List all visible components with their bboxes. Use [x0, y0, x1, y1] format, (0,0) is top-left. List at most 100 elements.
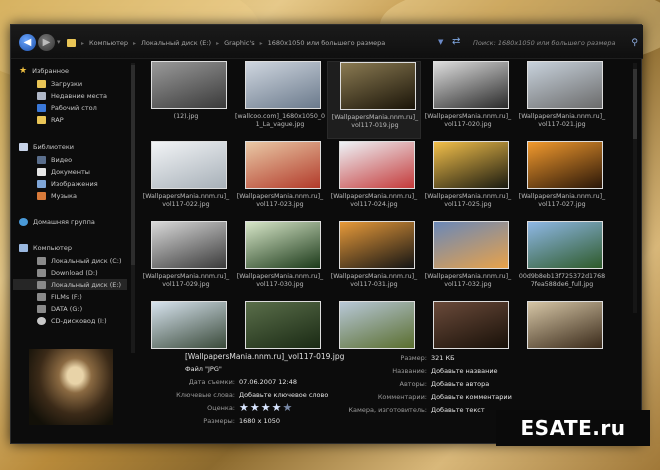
file-thumbnail[interactable] — [245, 301, 321, 349]
sidebar-item-drive-g[interactable]: DATA (G:) — [37, 303, 82, 314]
file-item[interactable]: [WallpapersMania.nnm.ru]_vol117-019.jpg — [327, 61, 421, 139]
file-name[interactable]: [WallpapersMania.nnm.ru]_vol117-032.jpg — [423, 273, 513, 289]
name-value[interactable]: Добавьте название — [431, 367, 498, 375]
file-item[interactable]: [WallpapersMania.nnm.ru]_vol117-021.jpg — [515, 61, 609, 139]
file-item[interactable]: [WallpapersMania.nnm.ru]_vol117-029.jpg — [139, 221, 233, 299]
sidebar-item-computer[interactable]: Компьютер — [19, 242, 72, 253]
address-dropdown-icon[interactable]: ▼ — [438, 38, 443, 46]
sidebar-item-cd-drive[interactable]: CD-дисковод (I:) — [37, 315, 107, 326]
file-item[interactable]: [WallpapersMania.nnm.ru]_vol117-025.jpg — [421, 141, 515, 219]
file-name[interactable]: [WallpapersMania.nnm.ru]_vol117-022.jpg — [141, 193, 231, 209]
star-filled-icon[interactable]: ★ — [261, 401, 272, 414]
file-name[interactable]: [wallcoo.com]_1680x1050_01_La_vague.jpg — [235, 113, 325, 129]
search-icon[interactable]: ⚲ — [631, 38, 638, 48]
file-name[interactable]: 00d9b8eb13f725372d17687fea588de6_full.jp… — [517, 273, 607, 289]
file-name[interactable]: [WallpapersMania.nnm.ru]_vol117-031.jpg — [329, 273, 419, 289]
content-scrollbar[interactable] — [633, 63, 637, 313]
file-thumbnail[interactable] — [151, 221, 227, 269]
star-filled-icon[interactable]: ★ — [250, 401, 261, 414]
sidebar-item-drive-c[interactable]: Локальный диск (C:) — [37, 255, 122, 266]
file-thumbnail[interactable] — [433, 301, 509, 349]
sidebar-item-music[interactable]: Музыка — [37, 190, 77, 201]
file-item[interactable]: [WallpapersMania.nnm.ru]_vol117-032.jpg — [421, 221, 515, 299]
star-filled-icon[interactable]: ★ — [272, 401, 283, 414]
file-thumbnail[interactable] — [527, 141, 603, 189]
breadcrumb-current[interactable]: 1680x1050 или большего размера — [268, 39, 386, 47]
forward-button[interactable]: ▶ — [38, 34, 55, 51]
file-thumbnail[interactable] — [339, 141, 415, 189]
comments-value[interactable]: Добавьте комментарии — [431, 393, 512, 401]
breadcrumb-drive[interactable]: Локальный диск (E:) — [141, 39, 211, 47]
file-thumbnail[interactable] — [245, 61, 321, 109]
star-filled-icon[interactable]: ★ — [239, 401, 250, 414]
address-bar[interactable]: ▸ Компьютер ▸ Локальный диск (E:) ▸ Grap… — [67, 36, 417, 50]
breadcrumb-computer[interactable]: Компьютер — [89, 39, 128, 47]
camera-value[interactable]: Добавьте текст — [431, 406, 485, 414]
file-item[interactable]: [WallpapersMania.nnm.ru]_vol117-022.jpg — [139, 141, 233, 219]
history-dropdown-icon[interactable]: ▾ — [57, 38, 61, 46]
file-item[interactable]: (12).jpg — [139, 61, 233, 139]
rating-stars[interactable]: ★★★★★ — [239, 401, 293, 414]
sidebar-item-rap[interactable]: RAP — [37, 114, 64, 125]
file-thumbnail[interactable] — [433, 141, 509, 189]
file-thumbnail[interactable] — [340, 62, 416, 110]
file-thumbnail[interactable] — [151, 301, 227, 349]
star-empty-icon[interactable]: ★ — [283, 401, 294, 414]
sidebar-item-desktop[interactable]: Рабочий стол — [37, 102, 97, 113]
sidebar-item-recent[interactable]: Недавние места — [37, 90, 107, 101]
date-value[interactable]: 07.06.2007 12:48 — [239, 378, 297, 386]
file-thumbnail[interactable] — [527, 61, 603, 109]
file-thumbnail[interactable] — [245, 221, 321, 269]
authors-value[interactable]: Добавьте автора — [431, 380, 489, 388]
sidebar-item-video[interactable]: Видео — [37, 154, 72, 165]
file-name[interactable]: [WallpapersMania.nnm.ru]_vol117-027.jpg — [517, 193, 607, 209]
file-name[interactable]: [WallpapersMania.nnm.ru]_vol117-030.jpg — [235, 273, 325, 289]
file-item[interactable]: [WallpapersMania.nnm.ru]_vol117-031.jpg — [327, 221, 421, 299]
file-name[interactable]: [WallpapersMania.nnm.ru]_vol117-025.jpg — [423, 193, 513, 209]
file-name[interactable]: [WallpapersMania.nnm.ru]_vol117-019.jpg — [330, 114, 420, 130]
file-thumbnail[interactable] — [339, 301, 415, 349]
file-item[interactable]: 00d9b8eb13f725372d17687fea588de6_full.jp… — [515, 221, 609, 299]
file-thumbnail[interactable] — [151, 141, 227, 189]
file-thumbnail[interactable] — [433, 221, 509, 269]
sidebar-item-pictures[interactable]: Изображения — [37, 178, 98, 189]
file-name[interactable]: [WallpapersMania.nnm.ru]_vol117-020.jpg — [423, 113, 513, 129]
sidebar-item-libraries[interactable]: Библиотеки — [19, 141, 74, 152]
file-item[interactable]: [WallpapersMania.nnm.ru]_vol117-024.jpg — [327, 141, 421, 219]
file-thumbnail[interactable] — [339, 221, 415, 269]
chevron-right-icon[interactable]: ▸ — [260, 40, 263, 47]
sidebar-item-downloads[interactable]: Загрузки — [37, 78, 82, 89]
sidebar-item-favorites[interactable]: ★ Избранное — [19, 65, 69, 76]
scrollbar-thumb[interactable] — [131, 65, 135, 265]
sidebar-scrollbar[interactable] — [131, 63, 135, 353]
file-item[interactable]: [WallpapersMania.nnm.ru]_vol117-027.jpg — [515, 141, 609, 219]
file-name[interactable]: [WallpapersMania.nnm.ru]_vol117-021.jpg — [517, 113, 607, 129]
file-item[interactable]: [WallpapersMania.nnm.ru]_vol117-030.jpg — [233, 221, 327, 299]
sidebar-item-homegroup[interactable]: Домашняя группа — [19, 216, 95, 227]
file-thumbnail[interactable] — [433, 61, 509, 109]
file-thumbnail[interactable] — [527, 301, 603, 349]
refresh-icon[interactable]: ⇄ — [452, 36, 460, 47]
sidebar-item-documents[interactable]: Документы — [37, 166, 90, 177]
chevron-right-icon[interactable]: ▸ — [133, 40, 136, 47]
sidebar-item-label: Избранное — [32, 66, 69, 75]
sidebar-item-drive-d[interactable]: Download (D:) — [37, 267, 98, 278]
file-thumbnail[interactable] — [151, 61, 227, 109]
file-item[interactable]: [WallpapersMania.nnm.ru]_vol117-020.jpg — [421, 61, 515, 139]
file-thumbnail[interactable] — [527, 221, 603, 269]
chevron-right-icon[interactable]: ▸ — [216, 40, 219, 47]
sidebar-item-drive-f[interactable]: FILMs (F:) — [37, 291, 82, 302]
search-input[interactable]: Поиск: 1680x1050 или большего размера ⚲ — [473, 36, 638, 50]
file-item[interactable]: [wallcoo.com]_1680x1050_01_La_vague.jpg — [233, 61, 327, 139]
file-name[interactable]: [WallpapersMania.nnm.ru]_vol117-023.jpg — [235, 193, 325, 209]
file-thumbnail[interactable] — [245, 141, 321, 189]
breadcrumb-graphics[interactable]: Graphic's — [224, 39, 255, 47]
file-name[interactable]: (12).jpg — [141, 113, 231, 121]
file-name[interactable]: [WallpapersMania.nnm.ru]_vol117-029.jpg — [141, 273, 231, 289]
chevron-right-icon[interactable]: ▸ — [81, 40, 84, 47]
scrollbar-thumb[interactable] — [633, 69, 637, 139]
back-button[interactable]: ◀ — [19, 34, 36, 51]
file-name[interactable]: [WallpapersMania.nnm.ru]_vol117-024.jpg — [329, 193, 419, 209]
file-item[interactable]: [WallpapersMania.nnm.ru]_vol117-023.jpg — [233, 141, 327, 219]
sidebar-item-drive-e[interactable]: Локальный диск (E:) — [13, 279, 127, 290]
